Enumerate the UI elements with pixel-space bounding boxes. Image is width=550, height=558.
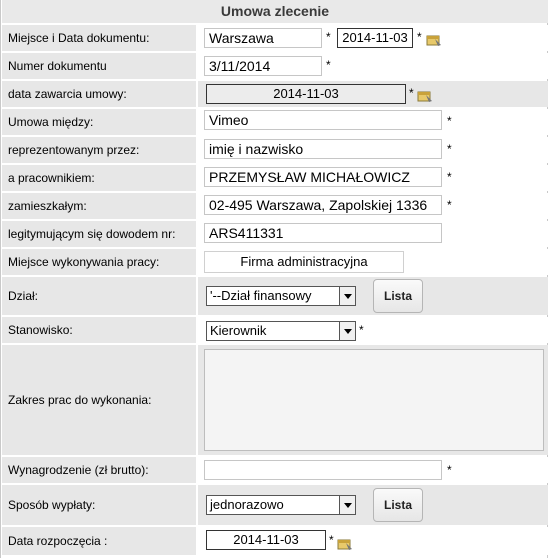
row-payment: jednorazowo Lista <box>198 485 548 525</box>
label-id-doc: legitymującym się dowodem nr: <box>2 221 196 247</box>
label-place-date: Miejsce i Data dokumentu: <box>2 25 196 51</box>
row-contract-date: 2014-11-03 * <box>198 81 548 107</box>
calendar-icon[interactable] <box>417 89 433 103</box>
label-salary: Wynagrodzenie (zł brutto): <box>2 457 196 483</box>
row-start-date: 2014-11-03 * <box>198 527 548 555</box>
required-mark: * <box>447 463 452 477</box>
row-employee: PRZEMYSŁAW MICHAŁOWICZ * <box>198 165 548 191</box>
document-date-input[interactable]: 2014-11-03 <box>337 28 413 48</box>
row-represented: imię i nazwisko * <box>198 137 548 163</box>
contract-form: Umowa zlecenie Miejsce i Data dokumentu:… <box>0 0 548 558</box>
label-represented: reprezentowanym przez: <box>2 137 196 163</box>
department-selected: '--Dział finansowy <box>210 288 312 303</box>
label-payment: Sposób wypłaty: <box>2 485 196 525</box>
start-date-input[interactable]: 2014-11-03 <box>206 530 326 550</box>
chevron-down-icon <box>339 322 355 340</box>
label-scope: Zakres prac do wykonania: <box>2 345 196 455</box>
required-mark: * <box>417 30 422 44</box>
label-start-date: Data rozpoczęcia : <box>2 527 196 555</box>
form-title: Umowa zlecenie <box>2 0 548 23</box>
label-employee: a pracownikiem: <box>2 165 196 191</box>
row-position: Kierownik * <box>198 317 548 343</box>
row-department: '--Dział finansowy Lista <box>198 277 548 315</box>
required-mark: * <box>326 30 331 44</box>
place-input[interactable]: Warszawa <box>204 28 322 48</box>
row-doc-number: 3/11/2014 * <box>198 53 548 79</box>
between-input[interactable]: Vimeo <box>204 110 442 130</box>
required-mark: * <box>359 323 364 337</box>
required-mark: * <box>329 533 334 547</box>
employee-input[interactable]: PRZEMYSŁAW MICHAŁOWICZ <box>204 167 442 187</box>
row-scope <box>198 345 548 455</box>
payment-select[interactable]: jednorazowo <box>206 495 356 515</box>
position-select[interactable]: Kierownik <box>206 321 356 341</box>
payment-selected: jednorazowo <box>210 497 284 512</box>
position-selected: Kierownik <box>210 323 267 338</box>
row-id-doc: ARS411331 <box>198 221 548 247</box>
required-mark: * <box>409 86 414 100</box>
required-mark: * <box>447 170 452 184</box>
row-salary: * <box>198 457 548 483</box>
id-doc-input[interactable]: ARS411331 <box>204 223 442 243</box>
required-mark: * <box>447 198 452 212</box>
salary-input[interactable] <box>204 460 442 480</box>
calendar-icon[interactable] <box>426 33 442 47</box>
row-place-date: Warszawa * 2014-11-03 * <box>198 25 548 51</box>
label-workplace: Miejsce wykonywania pracy: <box>2 249 196 275</box>
label-contract-date: data zawarcia umowy: <box>2 81 196 107</box>
label-position: Stanowisko: <box>2 317 196 343</box>
row-address: 02-495 Warszawa, Zapolskiej 1336 * <box>198 193 548 219</box>
label-address: zamieszkałym: <box>2 193 196 219</box>
address-input[interactable]: 02-495 Warszawa, Zapolskiej 1336 <box>204 195 442 215</box>
chevron-down-icon <box>339 496 355 514</box>
required-mark: * <box>447 114 452 128</box>
label-doc-number: Numer dokumentu <box>2 53 196 79</box>
represented-input[interactable]: imię i nazwisko <box>204 139 442 159</box>
required-mark: * <box>326 58 331 72</box>
required-mark: * <box>447 142 452 156</box>
department-select[interactable]: '--Dział finansowy <box>206 286 356 306</box>
row-between: Vimeo * <box>198 109 548 135</box>
payment-list-button[interactable]: Lista <box>373 488 423 522</box>
scope-textarea[interactable] <box>204 349 544 451</box>
doc-number-input[interactable]: 3/11/2014 <box>204 56 322 76</box>
calendar-icon[interactable] <box>337 537 353 551</box>
row-workplace: Firma administracyjna <box>198 249 548 275</box>
label-department: Dział: <box>2 277 196 315</box>
chevron-down-icon <box>339 287 355 305</box>
contract-date-input[interactable]: 2014-11-03 <box>206 84 406 104</box>
workplace-field[interactable]: Firma administracyjna <box>204 251 404 273</box>
label-between: Umowa między: <box>2 109 196 135</box>
department-list-button[interactable]: Lista <box>373 279 423 313</box>
